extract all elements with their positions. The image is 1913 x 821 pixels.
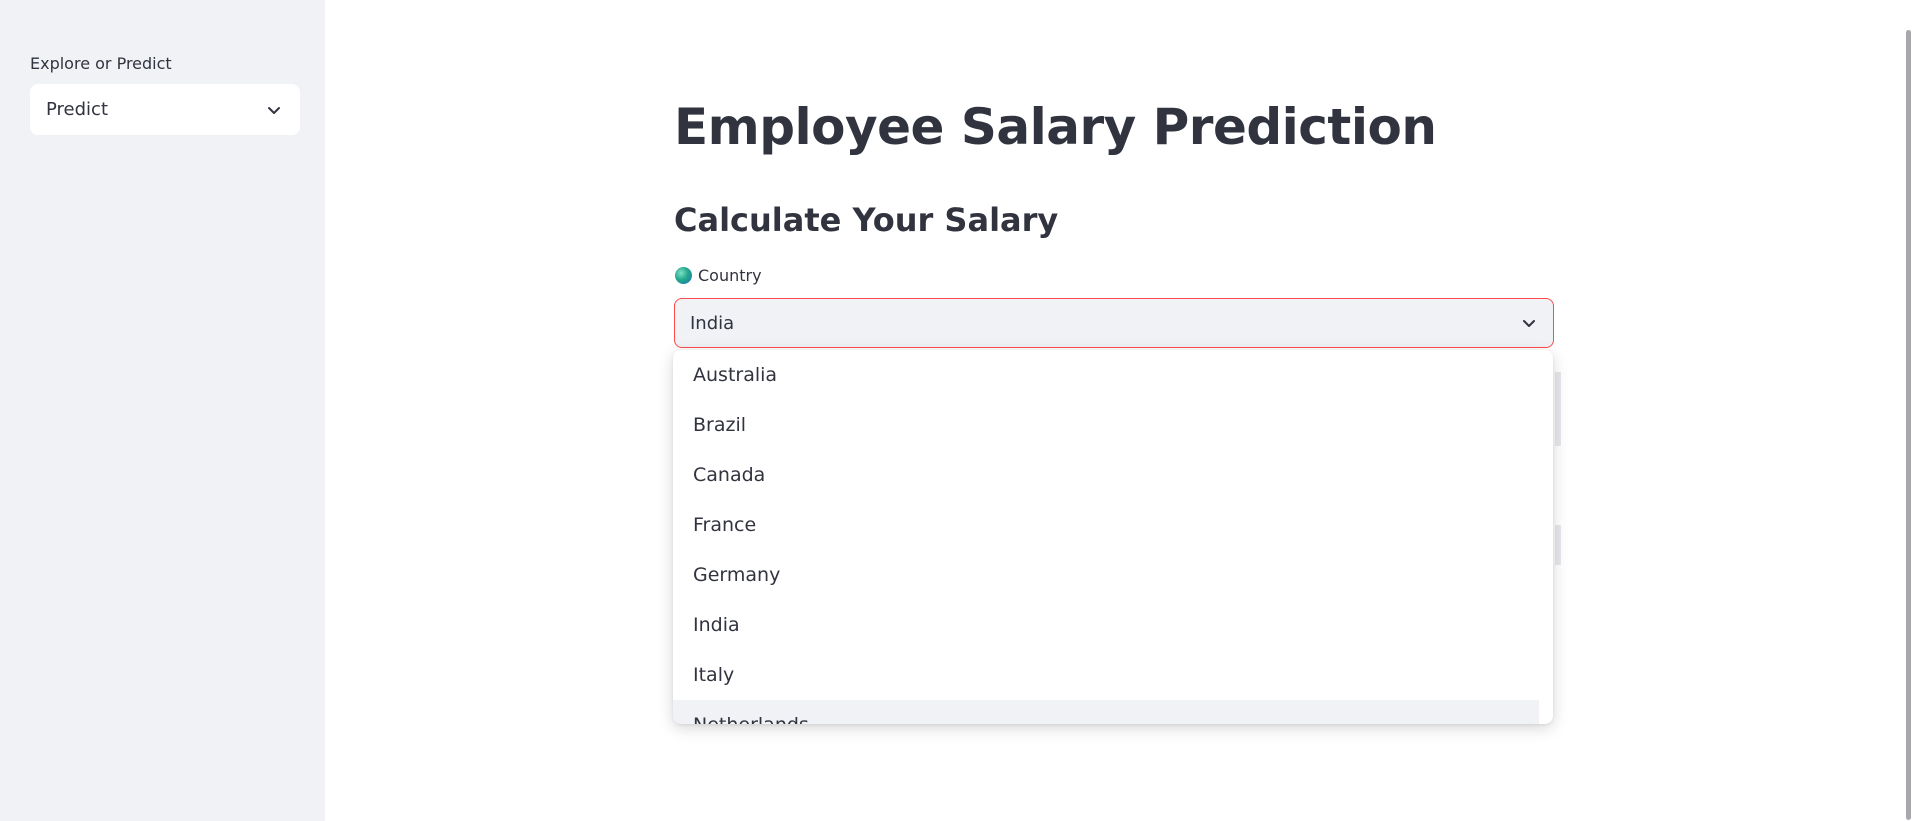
sidebar-select-label: Explore or Predict — [30, 54, 172, 73]
country-select-value: India — [690, 312, 735, 334]
sidebar: Explore or Predict Predict — [0, 0, 325, 821]
chevron-down-icon — [1519, 313, 1539, 333]
country-option[interactable]: Germany — [673, 550, 1539, 600]
country-label-text: Country — [698, 266, 762, 285]
country-option[interactable]: Australia — [673, 350, 1539, 400]
country-field-label: Country — [675, 266, 762, 285]
page-scrollbar[interactable] — [1905, 0, 1913, 821]
hidden-widget-edge — [1555, 372, 1561, 446]
section-title: Calculate Your Salary — [674, 201, 1059, 239]
app-root: Explore or Predict Predict Employee Sala… — [0, 0, 1913, 821]
main-content: Employee Salary Prediction Calculate You… — [325, 0, 1913, 821]
country-option[interactable]: Canada — [673, 450, 1539, 500]
country-option[interactable]: Brazil — [673, 400, 1539, 450]
country-options-list: Australia Brazil Canada France Germany I… — [673, 350, 1553, 724]
country-option[interactable]: Italy — [673, 650, 1539, 700]
globe-icon — [675, 267, 692, 284]
country-select[interactable]: India — [674, 298, 1554, 348]
country-option[interactable]: Netherlands — [673, 700, 1539, 724]
explore-predict-value: Predict — [46, 99, 108, 120]
explore-predict-select[interactable]: Predict — [30, 84, 300, 135]
hidden-widget-edge — [1555, 525, 1561, 565]
country-option[interactable]: India — [673, 600, 1539, 650]
country-option[interactable]: France — [673, 500, 1539, 550]
page-title: Employee Salary Prediction — [674, 98, 1437, 156]
page-scrollbar-thumb[interactable] — [1906, 30, 1911, 820]
country-dropdown-menu: Australia Brazil Canada France Germany I… — [673, 350, 1553, 724]
chevron-down-icon — [264, 100, 284, 120]
